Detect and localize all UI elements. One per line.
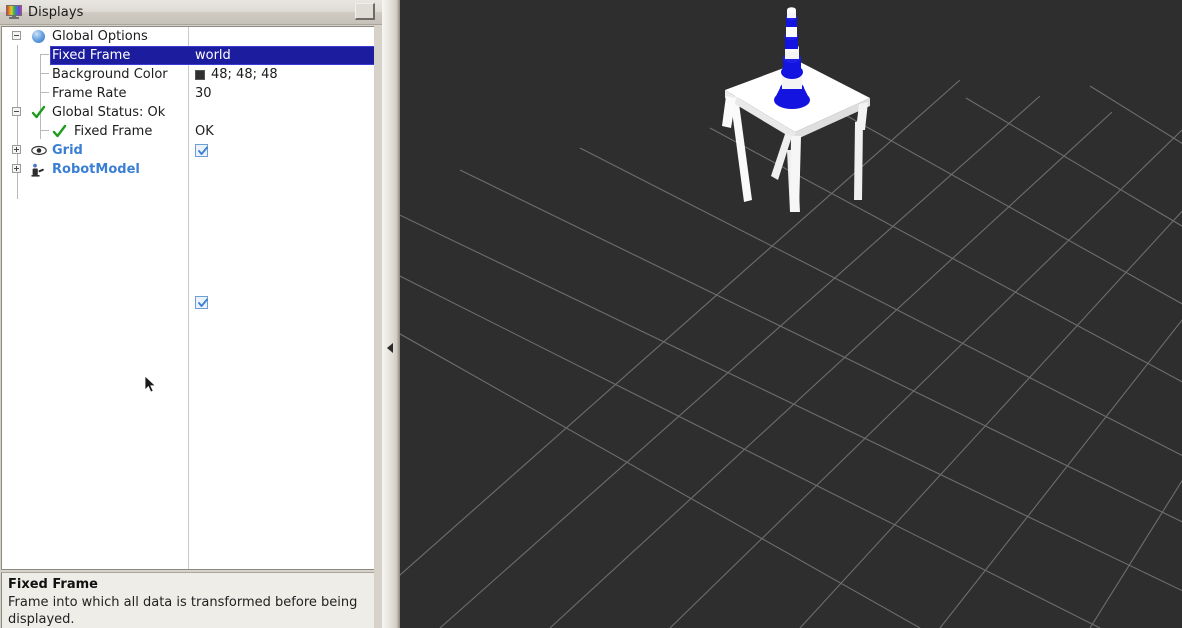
panel-title: Displays	[28, 4, 84, 20]
tree-row-status-fixed-frame[interactable]: Fixed Frame OK	[2, 122, 374, 141]
tree-label-background-color: Background Color	[52, 67, 168, 82]
eye-icon	[31, 145, 47, 156]
tree-row-fixed-frame[interactable]: Fixed Frame world	[50, 46, 374, 65]
expander-icon-global-options[interactable]	[12, 31, 21, 40]
panel-splitter[interactable]	[382, 0, 400, 628]
tree-row-global-status[interactable]: Global Status: Ok	[2, 103, 374, 122]
displays-tree[interactable]: Global Options Fixed Frame world Backgro…	[1, 26, 374, 570]
robot-icon	[31, 163, 47, 177]
render-view-3d[interactable]	[400, 0, 1182, 628]
tree-label-robot-model: RobotModel	[52, 162, 140, 177]
expander-icon-global-status[interactable]	[12, 107, 21, 116]
tree-value-fixed-frame[interactable]: world	[195, 47, 231, 64]
robot-model-enabled-checkbox[interactable]	[195, 296, 208, 309]
expander-icon-grid[interactable]	[12, 145, 21, 154]
displays-panel-titlebar: Displays	[0, 0, 382, 25]
tree-row-grid[interactable]: Grid	[2, 141, 374, 160]
tree-guide-line	[40, 54, 49, 55]
property-help-panel: Fixed Frame Frame into which all data is…	[1, 572, 374, 628]
rviz-window: Displays Global Options Fixed Frame worl…	[0, 0, 1182, 628]
panel-float-button[interactable]	[355, 3, 375, 20]
tree-value-background-color[interactable]: 48; 48; 48	[211, 66, 278, 83]
render-view-canvas[interactable]	[400, 0, 1182, 628]
displays-panel: Displays Global Options Fixed Frame worl…	[0, 0, 382, 628]
tree-row-global-options[interactable]: Global Options	[2, 27, 374, 46]
expander-icon-robot-model[interactable]	[12, 164, 21, 173]
tree-row-frame-rate[interactable]: Frame Rate 30	[2, 84, 374, 103]
green-check-icon	[52, 124, 67, 138]
tree-value-status-fixed-frame: OK	[195, 124, 214, 139]
tree-label-global-status: Global Status: Ok	[52, 105, 166, 120]
tree-label-status-fixed-frame: Fixed Frame	[74, 124, 153, 139]
tree-label-fixed-frame: Fixed Frame	[52, 48, 131, 63]
help-body: Frame into which all data is transformed…	[8, 595, 358, 627]
tree-label-grid: Grid	[52, 143, 83, 158]
tree-value-frame-rate[interactable]: 30	[195, 85, 212, 102]
displays-monitor-icon	[6, 5, 22, 19]
green-check-icon	[31, 105, 46, 119]
collapse-panel-arrow-icon[interactable]	[387, 343, 393, 353]
background-color-swatch[interactable]	[195, 70, 205, 80]
tree-label-global-options: Global Options	[52, 29, 148, 44]
tree-row-background-color[interactable]: Background Color 48; 48; 48	[2, 65, 374, 84]
globe-icon	[32, 30, 45, 43]
tree-label-frame-rate: Frame Rate	[52, 86, 127, 101]
grid-enabled-checkbox[interactable]	[195, 144, 208, 157]
help-title: Fixed Frame	[8, 577, 98, 592]
tree-row-robot-model[interactable]: RobotModel	[2, 160, 374, 309]
